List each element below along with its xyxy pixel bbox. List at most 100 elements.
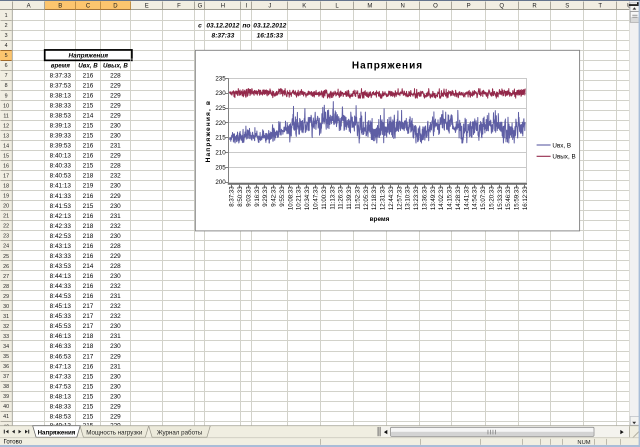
svg-text:31: 31 bbox=[3, 314, 9, 320]
svg-text:15:20:33: 15:20:33 bbox=[488, 186, 495, 210]
svg-text:229: 229 bbox=[110, 353, 121, 360]
svg-text:8:37:33: 8:37:33 bbox=[229, 186, 236, 207]
svg-text:16: 16 bbox=[3, 163, 9, 169]
svg-text:15:07:33: 15:07:33 bbox=[480, 186, 487, 210]
svg-text:230: 230 bbox=[110, 343, 121, 350]
svg-text:230: 230 bbox=[110, 133, 121, 140]
svg-text:O: O bbox=[433, 3, 438, 9]
svg-text:Готово: Готово bbox=[4, 439, 23, 445]
svg-text:8:39:13: 8:39:13 bbox=[50, 123, 72, 130]
svg-text:28: 28 bbox=[3, 284, 9, 290]
svg-text:4: 4 bbox=[5, 43, 8, 49]
svg-text:11:52:33: 11:52:33 bbox=[354, 186, 361, 210]
svg-text:8:44:33: 8:44:33 bbox=[50, 283, 72, 290]
svg-text:232: 232 bbox=[110, 223, 121, 230]
svg-text:8:43:53: 8:43:53 bbox=[50, 263, 72, 270]
svg-text:215: 215 bbox=[83, 403, 94, 410]
svg-text:10: 10 bbox=[3, 103, 9, 109]
svg-text:215: 215 bbox=[83, 413, 94, 420]
svg-text:230: 230 bbox=[110, 393, 121, 400]
svg-text:216: 216 bbox=[83, 363, 94, 370]
svg-text:с: с bbox=[198, 22, 202, 29]
svg-text:200: 200 bbox=[215, 179, 226, 186]
svg-text:235: 235 bbox=[215, 75, 226, 82]
svg-text:9:29:33: 9:29:33 bbox=[262, 186, 269, 207]
svg-text:22: 22 bbox=[3, 224, 9, 230]
svg-text:231: 231 bbox=[110, 363, 121, 370]
svg-text:14: 14 bbox=[3, 143, 9, 149]
svg-text:215: 215 bbox=[83, 393, 94, 400]
svg-text:215: 215 bbox=[83, 373, 94, 380]
svg-text:B: B bbox=[58, 3, 62, 9]
svg-text:220: 220 bbox=[215, 120, 226, 127]
svg-text:216: 216 bbox=[83, 92, 94, 99]
svg-text:14:54:33: 14:54:33 bbox=[472, 186, 479, 210]
svg-text:15:46:33: 15:46:33 bbox=[505, 186, 512, 210]
svg-text:P: P bbox=[467, 3, 471, 9]
svg-text:S: S bbox=[565, 3, 569, 9]
svg-text:8:47:53: 8:47:53 bbox=[50, 383, 72, 390]
svg-text:9: 9 bbox=[5, 93, 8, 99]
svg-text:19: 19 bbox=[3, 194, 9, 200]
svg-text:Uвых, В: Uвых, В bbox=[552, 154, 575, 161]
svg-text:Напряжения: Напряжения bbox=[352, 61, 423, 72]
svg-text:12:05:33: 12:05:33 bbox=[363, 186, 370, 210]
svg-text:37: 37 bbox=[3, 374, 9, 380]
svg-text:Uвх, В: Uвх, В bbox=[552, 142, 571, 149]
svg-text:8:38:33: 8:38:33 bbox=[50, 103, 72, 110]
svg-text:E: E bbox=[145, 3, 149, 9]
svg-text:8:43:13: 8:43:13 bbox=[50, 243, 72, 250]
svg-text:25: 25 bbox=[3, 254, 9, 260]
svg-text:11:39:33: 11:39:33 bbox=[346, 186, 353, 210]
svg-text:215: 215 bbox=[83, 163, 94, 170]
svg-text:35: 35 bbox=[3, 354, 9, 360]
svg-text:8: 8 bbox=[5, 83, 8, 89]
svg-text:8:40:53: 8:40:53 bbox=[50, 173, 72, 180]
svg-text:Q: Q bbox=[499, 3, 504, 9]
svg-text:36: 36 bbox=[3, 364, 9, 370]
svg-text:215: 215 bbox=[215, 135, 226, 142]
svg-text:11:00:33: 11:00:33 bbox=[321, 186, 328, 210]
svg-text:217: 217 bbox=[83, 303, 94, 310]
svg-text:215: 215 bbox=[83, 103, 94, 110]
svg-text:13:10:33: 13:10:33 bbox=[405, 186, 412, 210]
svg-text:03.12.2012: 03.12.2012 bbox=[253, 22, 286, 29]
svg-text:M: M bbox=[367, 3, 372, 9]
svg-text:230: 230 bbox=[110, 183, 121, 190]
svg-text:8:42:13: 8:42:13 bbox=[50, 213, 72, 220]
svg-text:D: D bbox=[113, 3, 118, 9]
svg-text:215: 215 bbox=[83, 123, 94, 130]
svg-text:8:47:13: 8:47:13 bbox=[50, 363, 72, 370]
svg-text:Журнал работы: Журнал работы bbox=[157, 429, 203, 436]
svg-text:13: 13 bbox=[3, 133, 9, 139]
svg-text:5: 5 bbox=[5, 53, 8, 59]
svg-text:230: 230 bbox=[110, 203, 121, 210]
svg-text:229: 229 bbox=[110, 92, 121, 99]
svg-text:9:55:33: 9:55:33 bbox=[279, 186, 286, 207]
svg-text:12: 12 bbox=[3, 123, 9, 129]
svg-text:216: 216 bbox=[83, 253, 94, 260]
svg-text:1: 1 bbox=[5, 13, 8, 19]
svg-text:232: 232 bbox=[110, 313, 121, 320]
svg-text:Uвых, В: Uвых, В bbox=[103, 62, 128, 69]
svg-text:232: 232 bbox=[110, 173, 121, 180]
svg-text:210: 210 bbox=[215, 150, 226, 157]
svg-text:218: 218 bbox=[83, 343, 94, 350]
svg-text:216: 216 bbox=[83, 213, 94, 220]
svg-text:8:46:53: 8:46:53 bbox=[50, 353, 72, 360]
svg-text:A: A bbox=[27, 3, 31, 9]
svg-text:228: 228 bbox=[110, 72, 121, 79]
svg-text:14:15:33: 14:15:33 bbox=[447, 186, 454, 210]
svg-text:214: 214 bbox=[83, 113, 94, 120]
svg-text:3: 3 bbox=[5, 33, 8, 39]
svg-text:217: 217 bbox=[83, 313, 94, 320]
svg-text:215: 215 bbox=[83, 203, 94, 210]
svg-text:34: 34 bbox=[3, 344, 9, 350]
svg-text:N: N bbox=[401, 3, 405, 9]
svg-text:12:18:33: 12:18:33 bbox=[371, 186, 378, 210]
svg-text:228: 228 bbox=[110, 163, 121, 170]
svg-text:230: 230 bbox=[110, 323, 121, 330]
svg-text:16:15:33: 16:15:33 bbox=[257, 32, 284, 39]
svg-text:8:41:13: 8:41:13 bbox=[50, 183, 72, 190]
svg-text:G: G bbox=[198, 3, 203, 9]
